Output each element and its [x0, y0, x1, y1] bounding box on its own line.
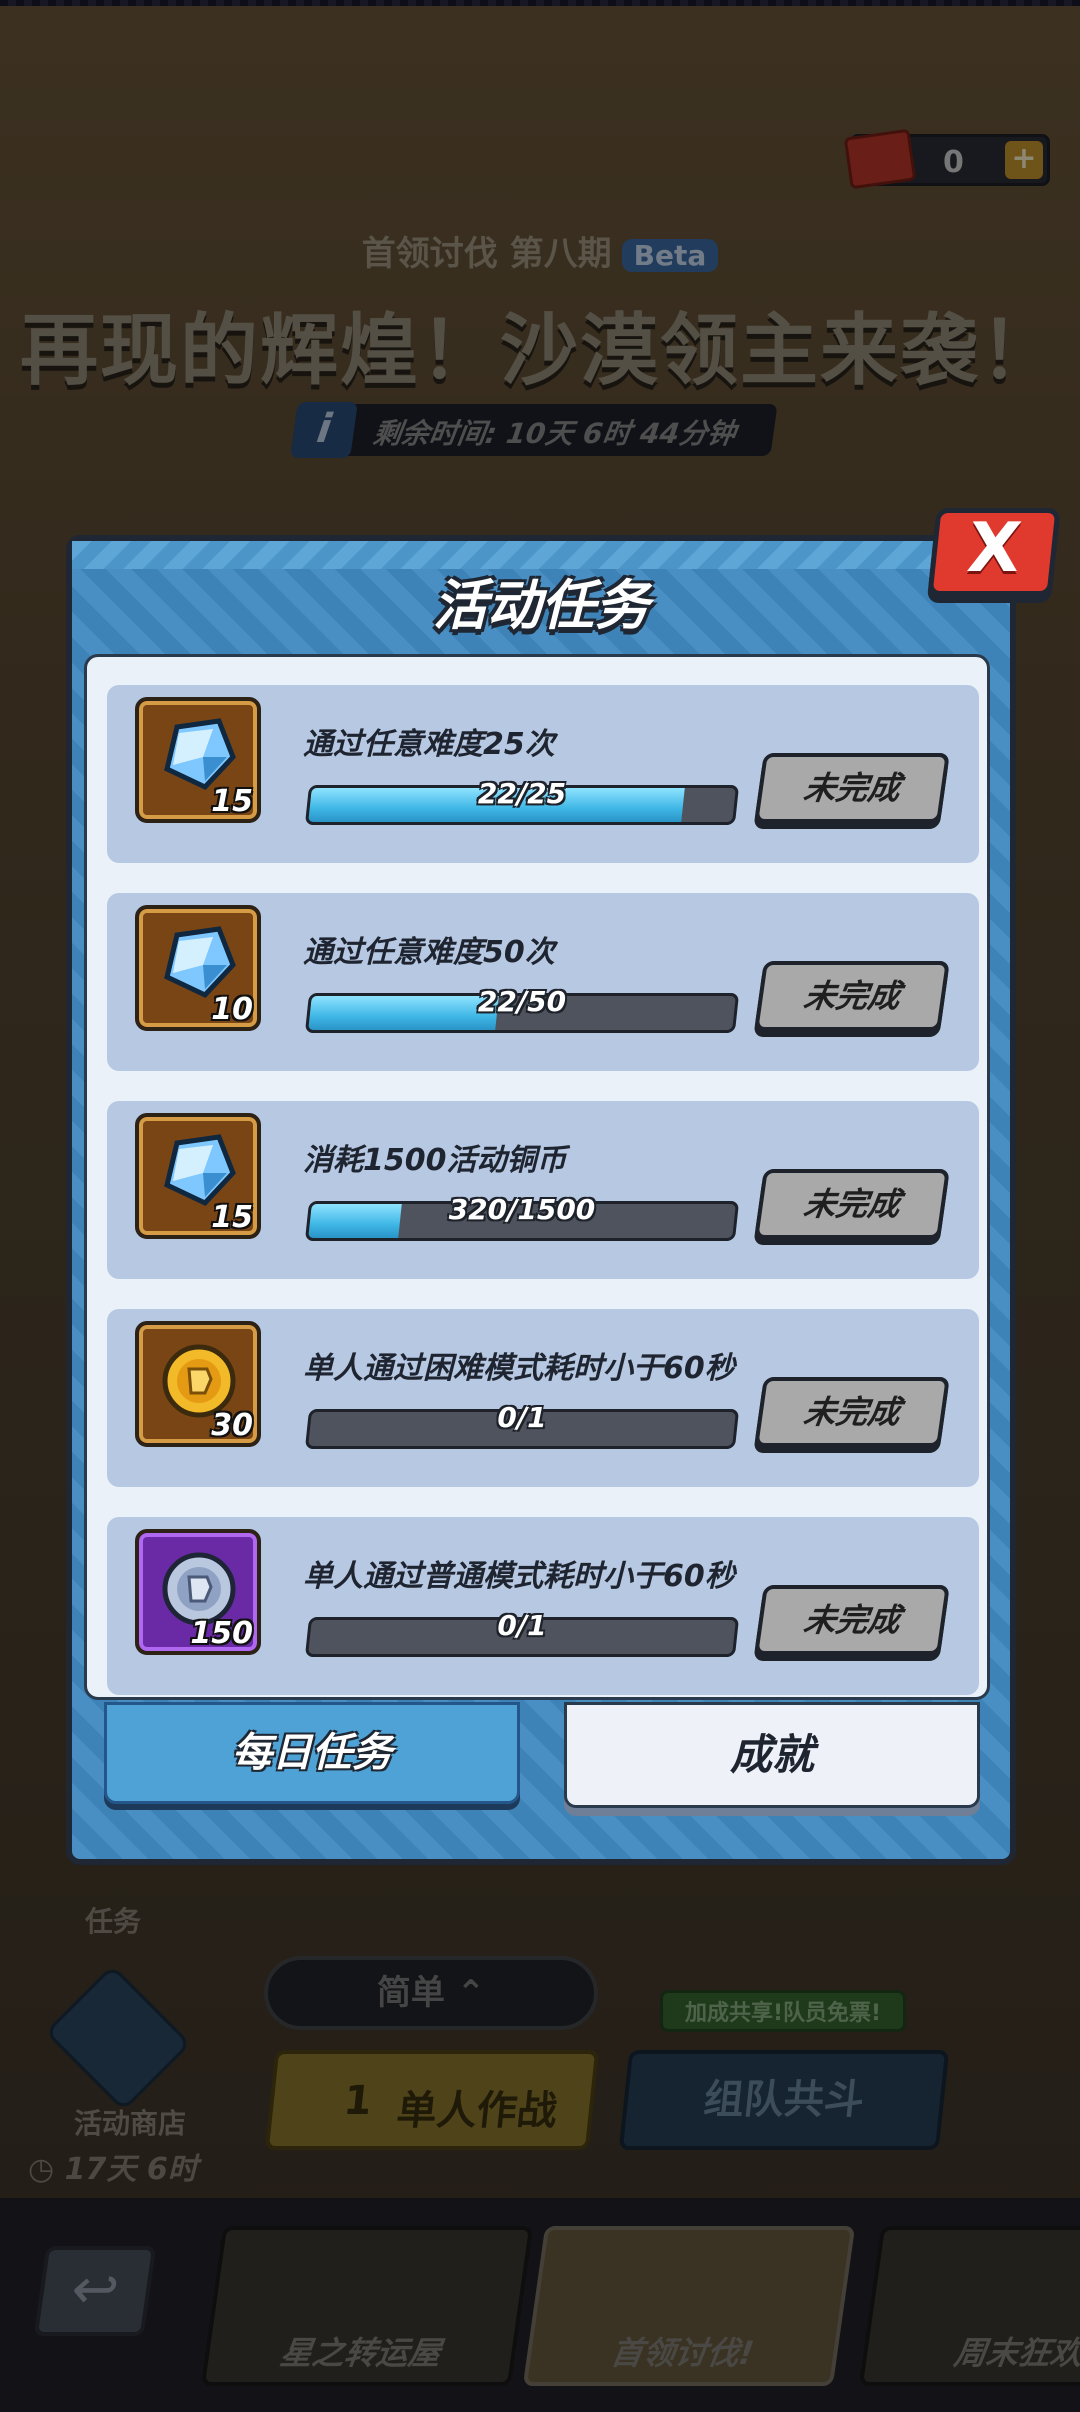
task-row: 15 通过任意难度25次 22/25 未完成: [107, 685, 979, 863]
reward-count: 30: [211, 1408, 253, 1443]
progress-text: 320/1500: [448, 1193, 596, 1226]
task-name: 通过任意难度50次: [303, 935, 555, 970]
close-button[interactable]: X: [927, 508, 1061, 596]
progress-text: 0/1: [497, 1401, 547, 1434]
progress-text: 22/25: [477, 777, 567, 810]
progress-text: 22/50: [477, 985, 567, 1018]
task-row: 15 消耗1500活动铜币 320/1500 未完成: [107, 1101, 979, 1279]
reward-slot[interactable]: 150: [135, 1529, 261, 1655]
task-row: 10 通过任意难度50次 22/50 未完成: [107, 893, 979, 1071]
tab-achievements[interactable]: 成就: [564, 1702, 980, 1808]
reward-count: 15: [211, 784, 253, 819]
reward-slot[interactable]: 30: [135, 1321, 261, 1447]
reward-count: 150: [190, 1616, 253, 1651]
task-row: 30 单人通过困难模式耗时小于60秒 0/1 未完成: [107, 1309, 979, 1487]
status-button[interactable]: 未完成: [754, 1377, 950, 1447]
task-row: 150 单人通过普通模式耗时小于60秒 0/1 未完成: [107, 1517, 979, 1695]
reward-slot[interactable]: 15: [135, 697, 261, 823]
status-button[interactable]: 未完成: [754, 961, 950, 1031]
status-button[interactable]: 未完成: [754, 1169, 950, 1239]
task-name: 单人通过普通模式耗时小于60秒: [303, 1559, 735, 1594]
progress-text: 0/1: [497, 1609, 547, 1642]
reward-slot[interactable]: 15: [135, 1113, 261, 1239]
task-name: 单人通过困难模式耗时小于60秒: [303, 1351, 735, 1386]
task-name: 消耗1500活动铜币: [303, 1143, 567, 1178]
reward-slot[interactable]: 10: [135, 905, 261, 1031]
status-button[interactable]: 未完成: [754, 1585, 950, 1655]
reward-count: 10: [211, 992, 253, 1027]
status-button[interactable]: 未完成: [754, 753, 950, 823]
close-icon: X: [963, 509, 1025, 588]
task-list[interactable]: 15 通过任意难度25次 22/25 未完成 10 通过任意难度50次 22/50 未完成 15…: [84, 654, 990, 1700]
reward-count: 15: [211, 1200, 253, 1235]
modal-title: 活动任务: [433, 574, 649, 637]
task-name: 通过任意难度25次: [303, 727, 555, 762]
tab-daily-tasks[interactable]: 每日任务: [104, 1702, 520, 1804]
